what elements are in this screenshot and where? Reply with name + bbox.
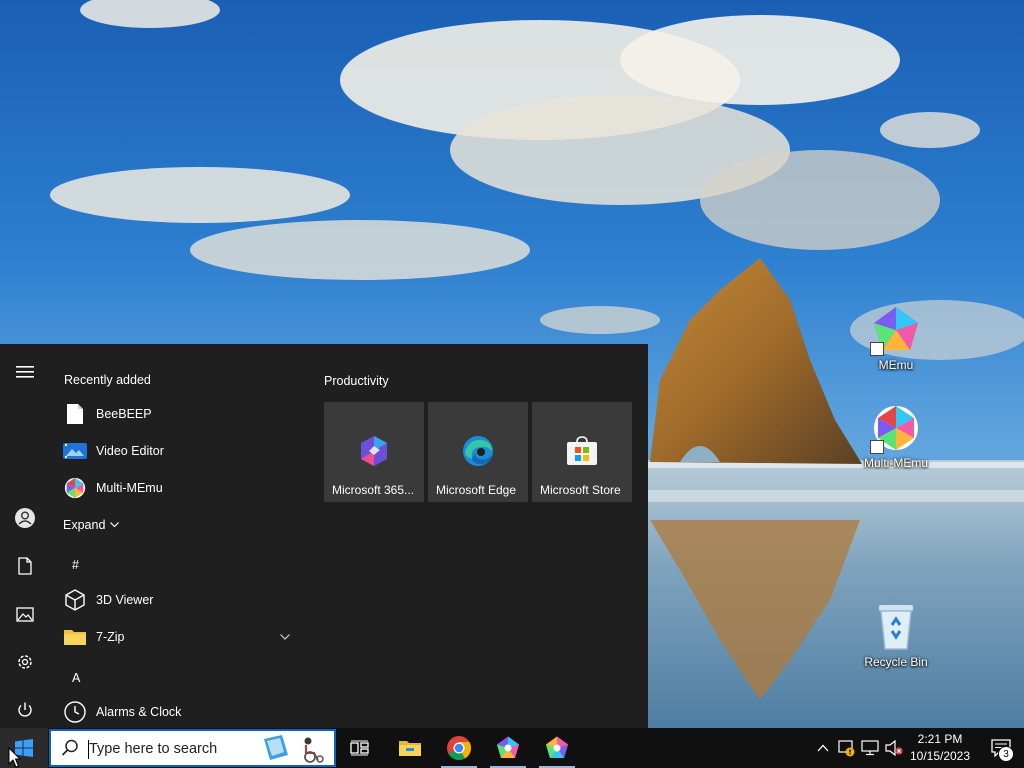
start-menu-rail bbox=[0, 344, 50, 728]
tile-label: Microsoft Store bbox=[540, 483, 621, 497]
video-editor-icon bbox=[62, 438, 88, 464]
shortcut-arrow-icon bbox=[870, 440, 884, 454]
app-item-video-editor[interactable]: Video Editor bbox=[62, 434, 302, 468]
action-center-button[interactable]: 3 bbox=[978, 728, 1024, 768]
tile-microsoft-store[interactable]: Microsoft Store bbox=[532, 402, 632, 502]
memu-icon bbox=[870, 304, 922, 356]
expand-label: Expand bbox=[63, 518, 106, 532]
tile-microsoft-365[interactable]: Microsoft 365... bbox=[324, 402, 424, 502]
letter-header-hash[interactable]: # bbox=[72, 558, 79, 572]
app-item-label: Video Editor bbox=[96, 444, 164, 458]
power-icon[interactable] bbox=[13, 698, 37, 722]
network-icon bbox=[861, 740, 879, 756]
mouse-cursor-icon bbox=[8, 747, 21, 768]
memu-icon bbox=[497, 736, 519, 758]
app-item-7-zip[interactable]: 7-Zip bbox=[62, 620, 302, 654]
start-menu: Recently added BeeBEEP Video Editor Mult… bbox=[0, 344, 648, 728]
folder-icon bbox=[62, 624, 88, 650]
pictures-icon[interactable] bbox=[13, 602, 37, 626]
tile-label: Microsoft 365... bbox=[332, 483, 415, 497]
desktop-icon-label: Recycle Bin bbox=[864, 655, 928, 669]
tile-microsoft-edge[interactable]: Microsoft Edge bbox=[428, 402, 528, 502]
recycle-bin-icon bbox=[870, 601, 922, 653]
taskbar-memu[interactable] bbox=[484, 728, 532, 768]
clock-icon bbox=[62, 699, 88, 725]
tray-volume-button[interactable] bbox=[883, 728, 905, 768]
microsoft-365-icon bbox=[357, 434, 391, 468]
app-item-label: Multi-MEmu bbox=[96, 481, 163, 495]
search-highlight-icon[interactable] bbox=[262, 733, 328, 763]
desktop-icon-recycle-bin[interactable]: Recycle Bin bbox=[856, 601, 936, 669]
multi-memu-icon bbox=[62, 475, 88, 501]
task-view-icon bbox=[350, 740, 369, 756]
chevron-down-icon[interactable] bbox=[280, 620, 290, 654]
search-placeholder: Type here to search bbox=[89, 741, 218, 757]
document-icon bbox=[62, 401, 88, 427]
volume-muted-icon bbox=[885, 740, 903, 756]
documents-icon[interactable] bbox=[13, 554, 37, 578]
multi-memu-icon bbox=[870, 402, 922, 454]
app-item-label: Alarms & Clock bbox=[96, 705, 182, 719]
shortcut-arrow-icon bbox=[870, 342, 884, 356]
tile-label: Microsoft Edge bbox=[436, 483, 517, 497]
clock-date: 10/15/2023 bbox=[909, 749, 971, 763]
expand-button[interactable]: Expand bbox=[63, 518, 120, 532]
chevron-up-icon bbox=[817, 744, 829, 752]
store-icon bbox=[565, 434, 599, 468]
show-hidden-icons-button[interactable] bbox=[812, 728, 834, 768]
taskbar-clock[interactable]: 2:21 PM 10/15/2023 bbox=[906, 731, 974, 765]
app-item-3d-viewer[interactable]: 3D Viewer bbox=[62, 583, 302, 617]
letter-header-a[interactable]: A bbox=[72, 671, 80, 685]
desktop-icon-label: Multi-MEmu bbox=[863, 456, 928, 470]
tray-network-button[interactable] bbox=[859, 728, 881, 768]
tray-security-button[interactable] bbox=[835, 728, 857, 768]
desktop-icon-multi-memu[interactable]: Multi-MEmu bbox=[856, 402, 936, 470]
security-warning-icon bbox=[838, 740, 855, 757]
hamburger-menu-icon[interactable] bbox=[13, 360, 37, 384]
app-item-multi-memu[interactable]: Multi-MEmu bbox=[62, 471, 302, 505]
tile-group-header: Productivity bbox=[324, 374, 389, 388]
user-account-icon[interactable] bbox=[13, 506, 37, 530]
tiles-area: Productivity Microsoft 365... Microsoft … bbox=[324, 344, 644, 728]
app-item-alarms-clock[interactable]: Alarms & Clock bbox=[62, 695, 302, 729]
multi-memu-icon bbox=[546, 736, 568, 758]
search-box[interactable]: Type here to search bbox=[49, 729, 336, 767]
taskbar-chrome[interactable] bbox=[435, 728, 483, 768]
desktop-icon-label: MEmu bbox=[878, 358, 914, 372]
app-list: Recently added BeeBEEP Video Editor Mult… bbox=[50, 344, 310, 728]
recently-added-header: Recently added bbox=[64, 373, 151, 387]
task-view-button[interactable] bbox=[336, 728, 384, 768]
app-item-beebeep[interactable]: BeeBEEP bbox=[62, 397, 302, 431]
edge-icon bbox=[461, 434, 495, 468]
notification-count-badge: 3 bbox=[998, 746, 1014, 762]
chevron-down-icon bbox=[110, 522, 120, 528]
clock-time: 2:21 PM bbox=[917, 732, 963, 746]
taskbar: Type here to search 2:21 PM 10/15/2023 3 bbox=[0, 728, 1024, 768]
cube-icon bbox=[62, 587, 88, 613]
search-icon bbox=[61, 739, 78, 756]
app-item-label: 7-Zip bbox=[96, 630, 125, 644]
desktop-icon-memu[interactable]: MEmu bbox=[856, 304, 936, 372]
chrome-icon bbox=[447, 736, 472, 761]
app-item-label: 3D Viewer bbox=[96, 593, 154, 607]
taskbar-file-explorer[interactable] bbox=[386, 728, 434, 768]
taskbar-multi-memu[interactable] bbox=[533, 728, 581, 768]
app-item-label: BeeBEEP bbox=[96, 407, 152, 421]
file-explorer-icon bbox=[399, 741, 421, 756]
settings-gear-icon[interactable] bbox=[13, 650, 37, 674]
